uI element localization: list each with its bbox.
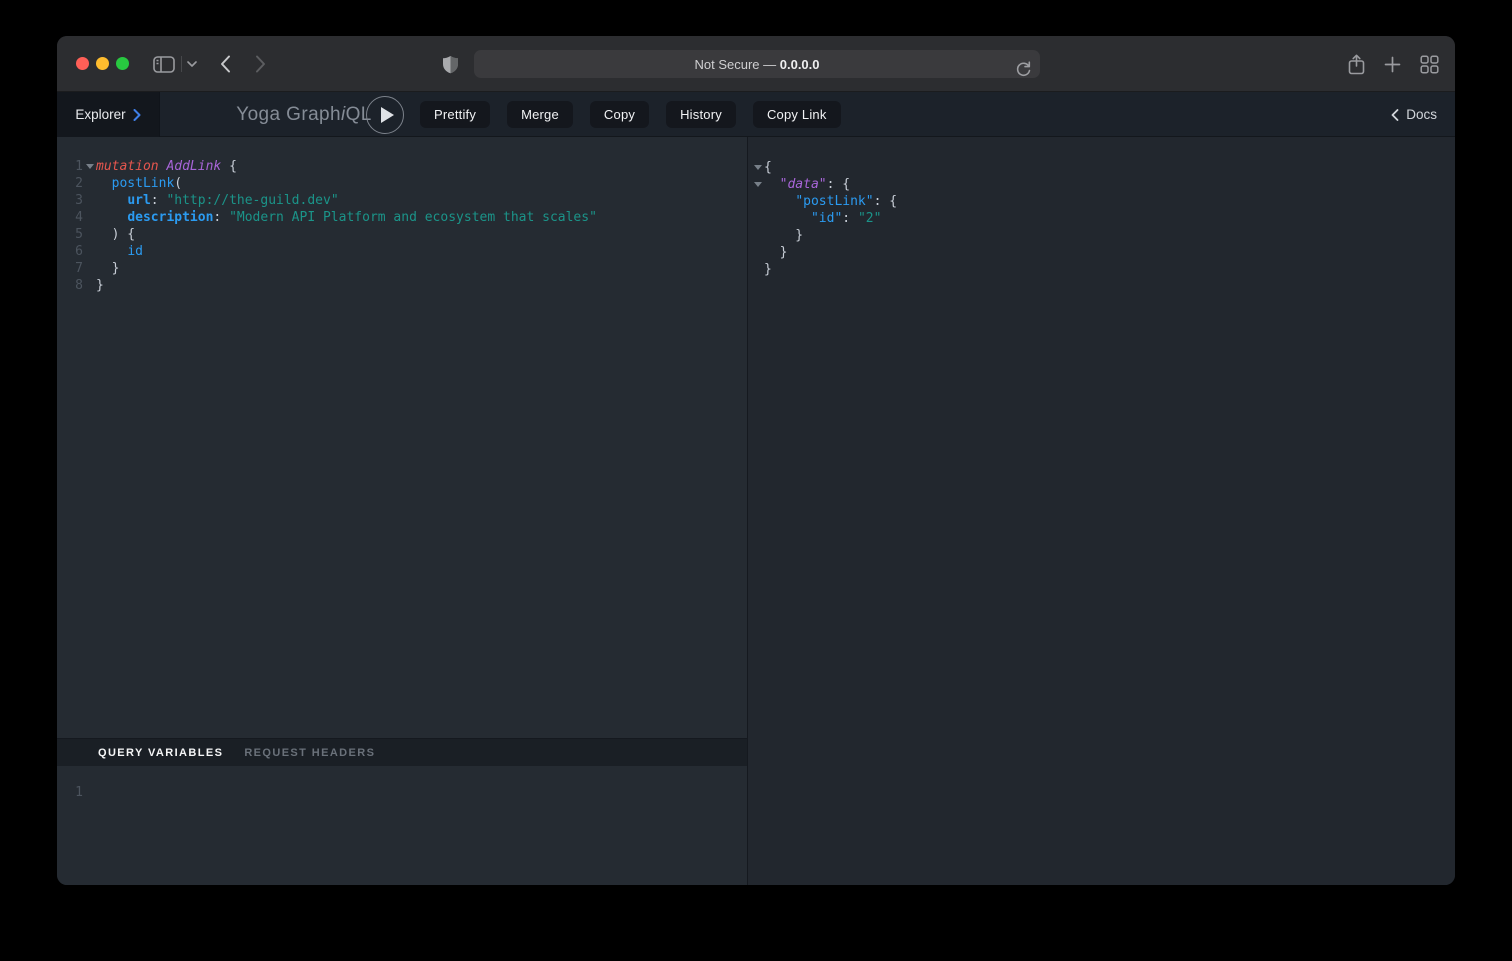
fold-gutter bbox=[751, 261, 764, 278]
merge-button[interactable]: Merge bbox=[507, 101, 573, 128]
tab-overview-button[interactable] bbox=[1416, 36, 1442, 92]
code-line: } bbox=[748, 227, 1455, 244]
play-icon bbox=[381, 107, 394, 123]
fold-arrow-icon[interactable] bbox=[754, 165, 762, 170]
share-icon bbox=[1348, 54, 1365, 75]
query-variables-editor[interactable]: 1 bbox=[57, 766, 747, 885]
line-number: 5 bbox=[57, 226, 83, 243]
back-button[interactable] bbox=[212, 36, 238, 92]
code-line: 5 ) { bbox=[57, 226, 747, 243]
code-line: 3 url: "http://the-guild.dev" bbox=[57, 192, 747, 209]
code-line: } bbox=[748, 261, 1455, 278]
tab-grid-icon bbox=[1420, 55, 1439, 74]
result-lines: { "data": { "postLink": { "id": "2" } }} bbox=[748, 159, 1455, 278]
shield-icon bbox=[442, 55, 459, 74]
fold-gutter bbox=[751, 244, 764, 261]
chevron-left-icon bbox=[220, 55, 231, 73]
divider bbox=[181, 56, 182, 72]
fold-arrow-icon[interactable] bbox=[754, 182, 762, 187]
forward-button[interactable] bbox=[247, 36, 273, 92]
code-line: "data": { bbox=[748, 176, 1455, 193]
graphiql-toolbar: Explorer Yoga GraphiQL Prettify Merge Co… bbox=[57, 92, 1455, 137]
line-number: 1 bbox=[57, 158, 83, 175]
fold-gutter bbox=[83, 158, 96, 175]
sidebar-toggle-button[interactable] bbox=[149, 36, 179, 92]
explorer-toggle-button[interactable]: Explorer bbox=[57, 92, 160, 137]
query-editor-lines: 1mutation AddLink {2 postLink(3 url: "ht… bbox=[57, 158, 747, 294]
toolbar-buttons: Prettify Merge Copy History Copy Link bbox=[420, 101, 841, 128]
close-window-button[interactable] bbox=[76, 57, 89, 70]
line-number: 8 bbox=[57, 277, 83, 294]
sidebar-icon bbox=[153, 56, 175, 73]
line-number: 1 bbox=[57, 784, 83, 801]
query-editor[interactable]: 1mutation AddLink {2 postLink(3 url: "ht… bbox=[57, 137, 747, 738]
fold-arrow-icon[interactable] bbox=[86, 164, 94, 169]
line-number: 7 bbox=[57, 260, 83, 277]
zoom-window-button[interactable] bbox=[116, 57, 129, 70]
fold-gutter bbox=[83, 226, 96, 243]
address-bar[interactable]: Not Secure — 0.0.0.0 bbox=[474, 50, 1040, 78]
fold-gutter bbox=[83, 192, 96, 209]
chevron-down-icon bbox=[187, 61, 197, 67]
share-button[interactable] bbox=[1343, 36, 1369, 92]
execute-query-button[interactable] bbox=[366, 96, 404, 134]
explorer-label: Explorer bbox=[75, 107, 125, 122]
bottom-panel-tabs: QUERY VARIABLES REQUEST HEADERS bbox=[57, 738, 747, 766]
code-line: 2 postLink( bbox=[57, 175, 747, 192]
code-line: 7 } bbox=[57, 260, 747, 277]
code-line: 6 id bbox=[57, 243, 747, 260]
docs-toggle-button[interactable]: Docs bbox=[1391, 92, 1437, 137]
new-tab-button[interactable] bbox=[1380, 36, 1404, 92]
prettify-button[interactable]: Prettify bbox=[420, 101, 490, 128]
address-text: Not Secure — 0.0.0.0 bbox=[694, 57, 819, 72]
code-line: "id": "2" bbox=[748, 210, 1455, 227]
privacy-report-button[interactable] bbox=[439, 36, 461, 92]
code-line: } bbox=[748, 244, 1455, 261]
fold-gutter bbox=[751, 227, 764, 244]
browser-window: Not Secure — 0.0.0.0 bbox=[57, 36, 1455, 885]
fold-gutter bbox=[83, 277, 96, 294]
code-line: 4 description: "Modern API Platform and … bbox=[57, 209, 747, 226]
plus-icon bbox=[1384, 56, 1401, 73]
sidebar-dropdown-button[interactable] bbox=[183, 36, 201, 92]
browser-chrome: Not Secure — 0.0.0.0 bbox=[57, 36, 1455, 92]
copy-button[interactable]: Copy bbox=[590, 101, 649, 128]
code-line: 8} bbox=[57, 277, 747, 294]
fold-gutter bbox=[751, 210, 764, 227]
result-pane: { "data": { "postLink": { "id": "2" } }} bbox=[748, 137, 1455, 885]
line-number: 3 bbox=[57, 192, 83, 209]
fold-gutter bbox=[83, 175, 96, 192]
code-line: "postLink": { bbox=[748, 193, 1455, 210]
fold-gutter bbox=[751, 159, 764, 176]
docs-label: Docs bbox=[1406, 107, 1437, 122]
traffic-lights bbox=[76, 57, 129, 70]
fold-gutter bbox=[83, 243, 96, 260]
line-number: 6 bbox=[57, 243, 83, 260]
content-area: 1mutation AddLink {2 postLink(3 url: "ht… bbox=[57, 137, 1455, 885]
chevron-right-icon bbox=[133, 109, 141, 121]
reload-icon bbox=[1016, 61, 1031, 77]
line-number: 4 bbox=[57, 209, 83, 226]
history-button[interactable]: History bbox=[666, 101, 736, 128]
code-line: 1 bbox=[57, 784, 747, 801]
chevron-left-icon bbox=[1391, 109, 1399, 121]
line-number: 2 bbox=[57, 175, 83, 192]
tab-request-headers[interactable]: REQUEST HEADERS bbox=[244, 747, 375, 759]
fold-gutter bbox=[83, 209, 96, 226]
fold-gutter bbox=[751, 193, 764, 210]
fold-gutter bbox=[751, 176, 764, 193]
code-line: { bbox=[748, 159, 1455, 176]
reload-button[interactable] bbox=[1016, 55, 1031, 83]
tab-query-variables[interactable]: QUERY VARIABLES bbox=[98, 747, 223, 759]
left-pane: 1mutation AddLink {2 postLink(3 url: "ht… bbox=[57, 137, 748, 885]
chevron-right-icon bbox=[255, 55, 266, 73]
fold-gutter bbox=[83, 260, 96, 277]
copy-link-button[interactable]: Copy Link bbox=[753, 101, 841, 128]
code-line: 1mutation AddLink { bbox=[57, 158, 747, 175]
minimize-window-button[interactable] bbox=[96, 57, 109, 70]
